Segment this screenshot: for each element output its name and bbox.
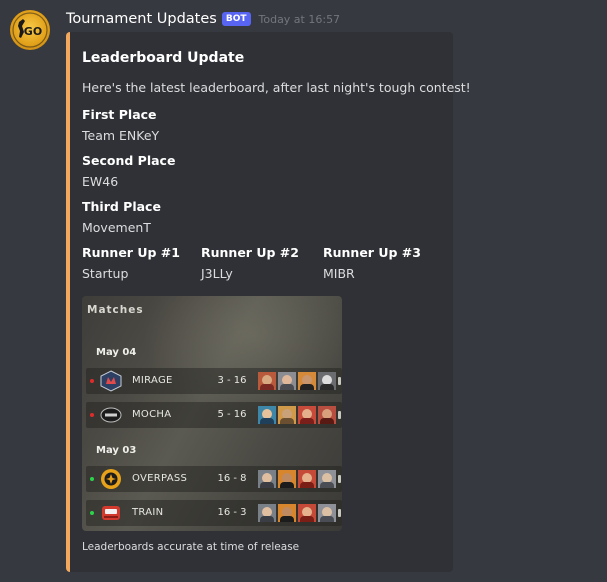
player-avatar xyxy=(258,372,276,390)
player-avatar xyxy=(258,504,276,522)
mirage-map-icon xyxy=(100,370,122,392)
status-dot xyxy=(90,511,94,515)
field-name: Runner Up #3 xyxy=(323,245,421,260)
field-name: Second Place xyxy=(82,153,176,168)
player-avatar xyxy=(318,504,336,522)
field-second-place: Second Place EW46 xyxy=(82,152,175,190)
avatar[interactable]: GO xyxy=(10,10,50,50)
map-name: OVERPASS xyxy=(132,473,188,484)
date-label: May 03 xyxy=(96,445,137,456)
timestamp[interactable]: Today at 16:57 xyxy=(259,13,341,26)
field-name: Runner Up #2 xyxy=(201,245,299,260)
bot-badge: BOT xyxy=(221,12,251,26)
match-row: OVERPASS 16 - 8 xyxy=(86,466,342,492)
match-row: MOCHA 5 - 16 xyxy=(86,402,342,428)
more-players-indicator xyxy=(338,475,341,483)
message-header: Tournament Updates BOT Today at 16:57 xyxy=(66,9,340,29)
status-dot xyxy=(90,413,94,417)
field-runner-up-2: Runner Up #2 J3LLy xyxy=(201,244,299,282)
player-avatar xyxy=(258,470,276,488)
overpass-map-icon xyxy=(101,469,121,489)
status-dot xyxy=(90,379,94,383)
field-third-place: Third Place MovemenT xyxy=(82,198,161,236)
field-first-place: First Place Team ENKeY xyxy=(82,106,159,144)
matches-title: Matches xyxy=(87,304,144,316)
player-avatar xyxy=(298,406,316,424)
map-name: TRAIN xyxy=(132,507,164,518)
field-name: First Place xyxy=(82,107,157,122)
player-avatar xyxy=(318,372,336,390)
match-score: 5 - 16 xyxy=(217,409,247,420)
cs-go-logo-icon: GO xyxy=(12,12,48,48)
more-players-indicator xyxy=(338,509,341,517)
map-name: MIRAGE xyxy=(132,375,173,386)
field-value: MovemenT xyxy=(82,220,151,235)
field-value: Startup xyxy=(82,266,129,281)
status-dot xyxy=(90,477,94,481)
player-avatars xyxy=(258,470,338,488)
embed: Leaderboard Update Here's the latest lea… xyxy=(66,32,471,572)
field-runner-up-1: Runner Up #1 Startup xyxy=(82,244,180,282)
player-avatar xyxy=(278,406,296,424)
embed-description: Here's the latest leaderboard, after las… xyxy=(82,80,471,95)
field-value: MIBR xyxy=(323,266,355,281)
avatar-text: GO xyxy=(24,25,42,38)
player-avatar xyxy=(278,470,296,488)
field-value: EW46 xyxy=(82,174,119,189)
match-score: 16 - 3 xyxy=(217,507,247,518)
player-avatar xyxy=(298,372,316,390)
field-value: J3LLy xyxy=(201,266,233,281)
match-score: 3 - 16 xyxy=(217,375,247,386)
player-avatar xyxy=(318,406,336,424)
player-avatar xyxy=(298,504,316,522)
player-avatar xyxy=(278,372,296,390)
player-avatars xyxy=(258,372,338,390)
more-players-indicator xyxy=(338,377,341,385)
player-avatar xyxy=(318,470,336,488)
player-avatars xyxy=(258,504,338,522)
matches-image[interactable]: Matches May 04 MIRAGE 3 - 16 MOCHA 5 - 1… xyxy=(82,296,342,531)
date-label: May 04 xyxy=(96,347,137,358)
embed-footer: Leaderboards accurate at time of release xyxy=(82,541,300,553)
chat-message: GO Tournament Updates BOT Today at 16:57… xyxy=(0,0,607,582)
train-map-icon xyxy=(102,506,120,520)
mocha-map-icon xyxy=(100,407,122,423)
player-avatar xyxy=(278,504,296,522)
field-name: Runner Up #1 xyxy=(82,245,180,260)
field-name: Third Place xyxy=(82,199,161,214)
player-avatar xyxy=(258,406,276,424)
embed-title: Leaderboard Update xyxy=(82,50,245,66)
match-row: MIRAGE 3 - 16 xyxy=(86,368,342,394)
image-glow xyxy=(142,296,342,416)
player-avatar xyxy=(298,470,316,488)
more-players-indicator xyxy=(338,411,341,419)
match-row: TRAIN 16 - 3 xyxy=(86,500,342,526)
player-avatars xyxy=(258,406,338,424)
field-runner-up-3: Runner Up #3 MIBR xyxy=(323,244,421,282)
username[interactable]: Tournament Updates xyxy=(66,11,217,27)
match-score: 16 - 8 xyxy=(217,473,247,484)
map-name: MOCHA xyxy=(132,409,172,420)
field-value: Team ENKeY xyxy=(82,128,160,143)
